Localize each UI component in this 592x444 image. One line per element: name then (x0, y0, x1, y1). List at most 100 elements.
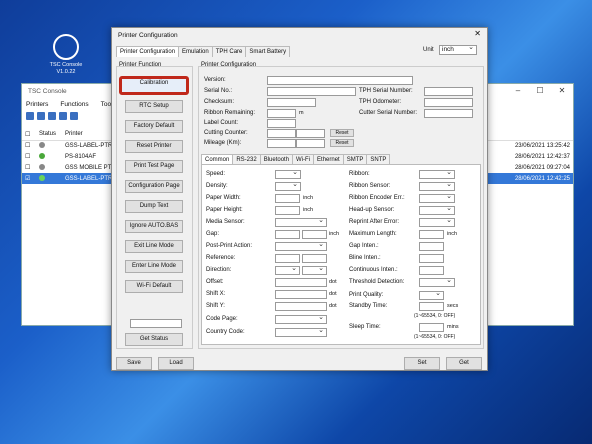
paper-width-input[interactable] (275, 194, 300, 203)
desktop-icon-tsc-console[interactable]: TSC Console V1.0.22 (45, 34, 87, 76)
cutting-counter-field-2 (296, 129, 325, 138)
standby-time-label: Standby Time: (349, 303, 388, 309)
checksum-field (267, 98, 316, 107)
ribbon-select[interactable] (419, 168, 455, 179)
tph-serial-label: TPH Serial Number: (359, 88, 413, 94)
gap-offset-input[interactable] (302, 230, 327, 239)
shift-y-input[interactable] (275, 302, 327, 311)
reset-mileage-button[interactable]: Reset (330, 139, 354, 147)
country-code-select[interactable] (275, 326, 327, 337)
gear-icon (53, 34, 79, 60)
ribbon-encoder-select[interactable] (419, 192, 455, 203)
tab-printer-configuration[interactable]: Printer Configuration (116, 46, 180, 57)
cutter-serial-field (424, 109, 473, 118)
ribbon-sensor-select[interactable] (419, 180, 455, 191)
mileage-field-2 (296, 139, 325, 148)
reset-cutting-button[interactable]: Reset (330, 129, 354, 137)
menu-printers[interactable]: Printers (26, 101, 48, 108)
reference-x-input[interactable] (275, 254, 300, 263)
bline-inten-input[interactable] (419, 254, 444, 263)
dialog-title: Printer Configuration (118, 32, 178, 39)
continuous-inten-label: Continuous Inten.: (349, 267, 398, 273)
dump-text-button[interactable]: Dump Text (125, 200, 183, 213)
rtc-setup-button[interactable]: RTC Setup (125, 100, 183, 113)
exit-line-mode-button[interactable]: Exit Line Mode (125, 240, 183, 253)
row-checkbox[interactable]: ☐ (22, 151, 36, 162)
close-icon[interactable]: ✕ (551, 84, 573, 98)
gap-inten-input[interactable] (419, 242, 444, 251)
reset-printer-button[interactable]: Reset Printer (125, 140, 183, 153)
close-icon[interactable]: ✕ (474, 29, 481, 38)
paper-width-unit: inch (303, 195, 314, 201)
gap-inten-label: Gap Inten.: (349, 243, 379, 249)
configuration-page-button[interactable]: Configuration Page (125, 180, 183, 193)
paper-height-input[interactable] (275, 206, 300, 215)
calibration-button[interactable]: Calibration (119, 76, 189, 95)
bline-inten-label: Bline Inten.: (349, 255, 381, 261)
mirror-select[interactable] (302, 264, 327, 275)
row-checkbox[interactable]: ☐ (22, 140, 36, 151)
shift-x-input[interactable] (275, 290, 327, 299)
mileage-field (267, 139, 296, 148)
minimize-icon[interactable]: – (507, 84, 529, 98)
country-code-label: Country Code: (206, 329, 245, 335)
density-select[interactable] (275, 180, 301, 191)
unit-value: inch (442, 46, 454, 53)
printer-function-title: Printer Function (119, 62, 162, 68)
stop-icon[interactable] (48, 112, 56, 120)
wifi-default-button[interactable]: Wi-Fi Default (125, 280, 183, 293)
get-status-button[interactable]: Get Status (125, 333, 183, 346)
ribbon-remaining-label: Ribbon Remaining: (204, 110, 256, 116)
row-checkbox[interactable]: ☐ (22, 162, 36, 173)
save-button[interactable]: Save (116, 357, 152, 370)
printer-icon[interactable] (59, 112, 67, 120)
reprint-select[interactable] (419, 216, 455, 227)
refresh-icon[interactable] (37, 112, 45, 120)
tab-tph-care[interactable]: TPH Care (211, 46, 247, 57)
version-label: Version: (204, 77, 226, 83)
printer-config-title: Printer Configuration (201, 62, 257, 68)
enter-line-mode-button[interactable]: Enter Line Mode (125, 260, 183, 273)
row-checkbox[interactable]: ☑ (22, 173, 36, 184)
ribbon-sensor-label: Ribbon Sensor: (349, 183, 391, 189)
ribbon-label: Ribbon: (349, 171, 370, 177)
ignore-autobas-button[interactable]: Ignore AUTO.BAS (125, 220, 183, 233)
standby-range-note: (1~65534, 0: OFF) (414, 313, 456, 319)
standby-time-input[interactable] (419, 302, 444, 311)
offset-input[interactable] (275, 278, 327, 287)
unit-select[interactable]: inch (439, 43, 477, 55)
factory-default-button[interactable]: Factory Default (125, 120, 183, 133)
sleep-time-input[interactable] (419, 323, 444, 332)
settings-icon[interactable] (70, 112, 78, 120)
tab-smart-battery[interactable]: Smart Battery (245, 46, 291, 57)
max-length-input[interactable] (419, 230, 444, 239)
sleep-time-label: Sleep Time: (349, 324, 381, 330)
direction-select[interactable] (275, 264, 300, 275)
reference-y-input[interactable] (302, 254, 327, 263)
select-all-checkbox[interactable]: ☐ (22, 129, 36, 141)
print-quality-select[interactable] (419, 289, 444, 300)
threshold-select[interactable] (419, 276, 455, 287)
get-button[interactable]: Get (446, 357, 482, 370)
speed-select[interactable] (275, 168, 301, 179)
cutting-counter-label: Cutting Counter: (204, 130, 248, 136)
set-button[interactable]: Set (404, 357, 440, 370)
max-length-label: Maximum Length: (349, 231, 397, 237)
load-button[interactable]: Load (158, 357, 194, 370)
maximize-icon[interactable]: ☐ (529, 84, 551, 98)
code-page-select[interactable] (275, 313, 327, 324)
density-label: Density: (206, 183, 228, 189)
sleep-range-note: (1~65534, 0: OFF) (414, 334, 456, 340)
print-test-page-button[interactable]: Print Test Page (125, 160, 183, 173)
reprint-label: Reprint After Error: (349, 219, 400, 225)
menu-functions[interactable]: Functions (60, 101, 88, 108)
gap-input[interactable] (275, 230, 300, 239)
code-page-label: Code Page: (206, 316, 238, 322)
max-length-unit: inch (447, 231, 458, 237)
tab-emulation[interactable]: Emulation (178, 46, 213, 57)
save-icon[interactable] (26, 112, 34, 120)
head-up-sensor-select[interactable] (419, 204, 455, 215)
continuous-inten-input[interactable] (419, 266, 444, 275)
media-sensor-select[interactable] (275, 216, 327, 227)
post-print-select[interactable] (275, 240, 327, 251)
